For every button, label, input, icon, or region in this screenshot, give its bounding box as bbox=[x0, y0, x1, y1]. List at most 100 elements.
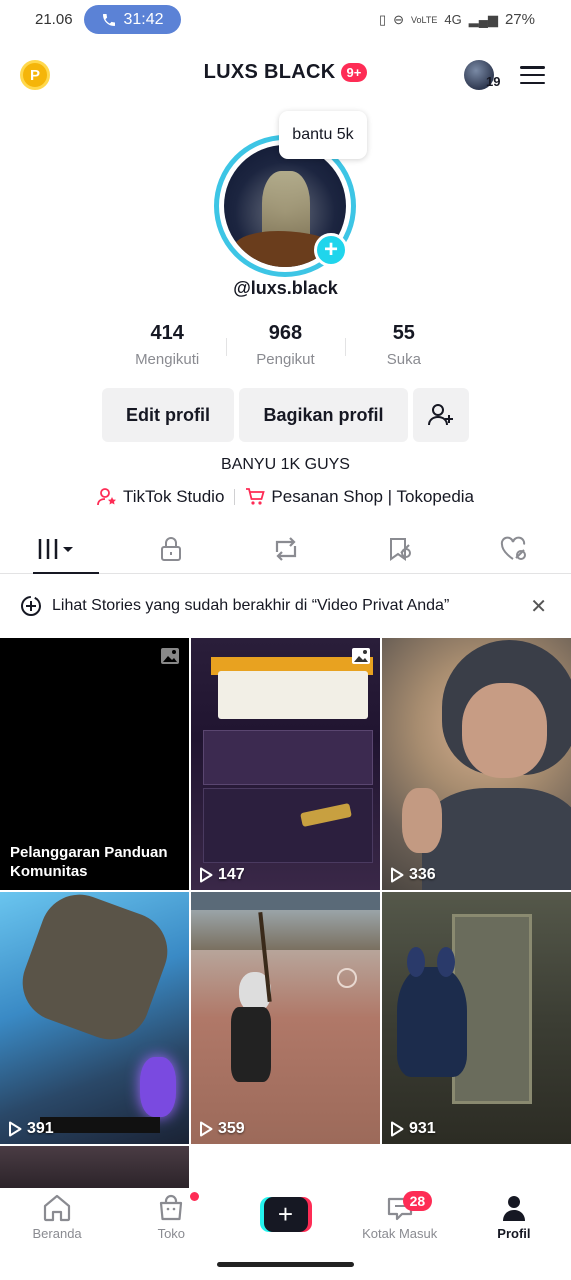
view-count: 147 bbox=[199, 866, 245, 884]
video-tile[interactable]: 336 bbox=[382, 638, 571, 890]
nav-label: Profil bbox=[497, 1226, 531, 1241]
note-bubble[interactable]: bantu 5k bbox=[279, 111, 367, 159]
profile-links: TikTok Studio Pesanan Shop | Tokopedia bbox=[0, 487, 571, 507]
page-title[interactable]: LUXS BLACK bbox=[204, 61, 336, 84]
profile-bio: BANYU 1K GUYS bbox=[221, 456, 350, 473]
nav-label: Beranda bbox=[32, 1226, 82, 1241]
add-story-icon bbox=[21, 595, 41, 616]
profile-icon bbox=[502, 1196, 525, 1221]
add-story-button[interactable]: + bbox=[314, 233, 348, 267]
home-indicator[interactable] bbox=[217, 1262, 354, 1267]
view-count: 391 bbox=[8, 1120, 54, 1138]
shop-bag-icon bbox=[160, 1194, 183, 1221]
profile-stats: 414 Mengikuti 968 Pengikut 55 Suka bbox=[108, 322, 463, 374]
username-handle: @luxs.black bbox=[233, 278, 338, 298]
volte-icon: VoLTE bbox=[411, 14, 438, 25]
link-label: TikTok Studio bbox=[122, 487, 225, 506]
create-button[interactable]: + bbox=[259, 1197, 312, 1232]
stat-followers[interactable]: 968 Pengikut bbox=[226, 322, 344, 374]
favorites-icon bbox=[389, 537, 411, 561]
account-count: 19 bbox=[486, 74, 501, 89]
plus-icon: + bbox=[263, 1197, 308, 1232]
tiktok-studio-link[interactable]: TikTok Studio bbox=[97, 487, 224, 507]
video-tile[interactable]: 391 bbox=[0, 892, 189, 1144]
play-icon bbox=[9, 1121, 22, 1137]
view-count-value: 931 bbox=[409, 1120, 436, 1137]
nav-label: Kotak Masuk bbox=[362, 1226, 438, 1241]
video-tile[interactable]: 359 bbox=[191, 892, 380, 1144]
nav-create[interactable]: + bbox=[228, 1188, 342, 1248]
notice-text: Lihat Stories yang sudah berakhir di “Vi… bbox=[52, 596, 450, 614]
stat-label: Suka bbox=[386, 351, 421, 368]
nav-home[interactable]: Beranda bbox=[0, 1188, 114, 1248]
private-lock-icon bbox=[161, 536, 182, 561]
stat-value: 55 bbox=[392, 322, 415, 344]
tab-videos[interactable] bbox=[0, 524, 114, 574]
videos-grid-icon bbox=[38, 538, 74, 559]
status-bar: 21.06 31:42 ▯ ⊖ VoLTE 4G ▂▄▆ 27% bbox=[0, 0, 571, 40]
add-user-icon bbox=[428, 404, 453, 426]
video-tile[interactable]: 931 bbox=[382, 892, 571, 1144]
profile-header: P LUXS BLACK 9+ 19 bbox=[0, 52, 571, 96]
network-type: 4G bbox=[444, 12, 462, 27]
nav-inbox[interactable]: 28 Kotak Masuk bbox=[343, 1188, 457, 1248]
play-icon bbox=[200, 1121, 213, 1137]
view-count-value: 359 bbox=[218, 1120, 245, 1137]
link-label: Pesanan Shop | Tokopedia bbox=[271, 487, 475, 506]
view-count-value: 147 bbox=[218, 866, 245, 883]
repost-icon bbox=[275, 536, 296, 561]
share-profile-button[interactable]: Bagikan profil bbox=[239, 388, 408, 442]
photo-icon bbox=[161, 648, 179, 664]
tab-reposts[interactable] bbox=[228, 524, 342, 573]
signal-icon: ▂▄▆ bbox=[468, 11, 498, 27]
stat-value: 968 bbox=[268, 322, 303, 344]
nav-shop[interactable]: Toko bbox=[114, 1188, 228, 1248]
shop-notification-dot bbox=[190, 1192, 200, 1201]
cart-icon bbox=[246, 488, 266, 505]
stat-value: 414 bbox=[150, 322, 184, 344]
bottom-nav: Beranda Toko + 28 Kotak Masuk Profil bbox=[0, 1188, 571, 1248]
play-icon bbox=[200, 867, 213, 883]
creator-icon bbox=[97, 488, 116, 506]
view-count-value: 336 bbox=[409, 866, 436, 883]
dnd-icon: ⊖ bbox=[393, 11, 405, 27]
inbox-badge: 28 bbox=[402, 1191, 433, 1211]
status-icons: ▯ ⊖ VoLTE 4G ▂▄▆ 27% bbox=[379, 11, 535, 28]
video-tile[interactable] bbox=[0, 1146, 189, 1191]
stat-likes[interactable]: 55 Suka bbox=[344, 322, 463, 374]
play-icon bbox=[391, 1121, 404, 1137]
video-tile[interactable]: Pelanggaran Panduan Komunitas bbox=[0, 638, 189, 890]
view-count: 931 bbox=[390, 1120, 436, 1138]
edit-profile-button[interactable]: Edit profil bbox=[102, 388, 234, 442]
profile-tabs bbox=[0, 524, 571, 574]
nav-label: Toko bbox=[157, 1226, 186, 1241]
vibrate-icon: ▯ bbox=[378, 11, 387, 27]
add-friend-button[interactable] bbox=[413, 388, 469, 442]
call-timer: 31:42 bbox=[123, 10, 164, 28]
home-icon bbox=[43, 1194, 71, 1222]
phone-icon bbox=[103, 13, 116, 26]
liked-icon bbox=[500, 536, 526, 560]
stat-label: Mengikuti bbox=[135, 351, 200, 368]
video-tile[interactable]: 147 bbox=[191, 638, 380, 890]
tab-favorites[interactable] bbox=[343, 524, 457, 573]
status-time: 21.06 bbox=[35, 11, 73, 28]
tab-private[interactable] bbox=[114, 524, 228, 573]
play-icon bbox=[391, 867, 404, 883]
close-icon[interactable]: ✕ bbox=[530, 594, 547, 619]
menu-icon[interactable] bbox=[520, 66, 545, 84]
nav-profile[interactable]: Profil bbox=[457, 1188, 571, 1248]
battery-level: 27% bbox=[504, 11, 535, 28]
stat-label: Pengikut bbox=[256, 351, 315, 368]
tab-liked[interactable] bbox=[457, 524, 571, 573]
stat-following[interactable]: 414 Mengikuti bbox=[108, 322, 226, 374]
stories-notice[interactable]: Lihat Stories yang sudah berakhir di “Vi… bbox=[0, 574, 571, 637]
notification-badge: 9+ bbox=[340, 63, 368, 82]
violation-label: Pelanggaran Panduan Komunitas bbox=[10, 844, 168, 880]
link-divider bbox=[234, 489, 236, 505]
shop-orders-link[interactable]: Pesanan Shop | Tokopedia bbox=[245, 487, 474, 507]
view-count-value: 391 bbox=[27, 1120, 54, 1137]
view-count: 359 bbox=[199, 1120, 245, 1138]
view-count: 336 bbox=[390, 866, 436, 884]
ongoing-call-pill[interactable]: 31:42 bbox=[84, 5, 181, 34]
